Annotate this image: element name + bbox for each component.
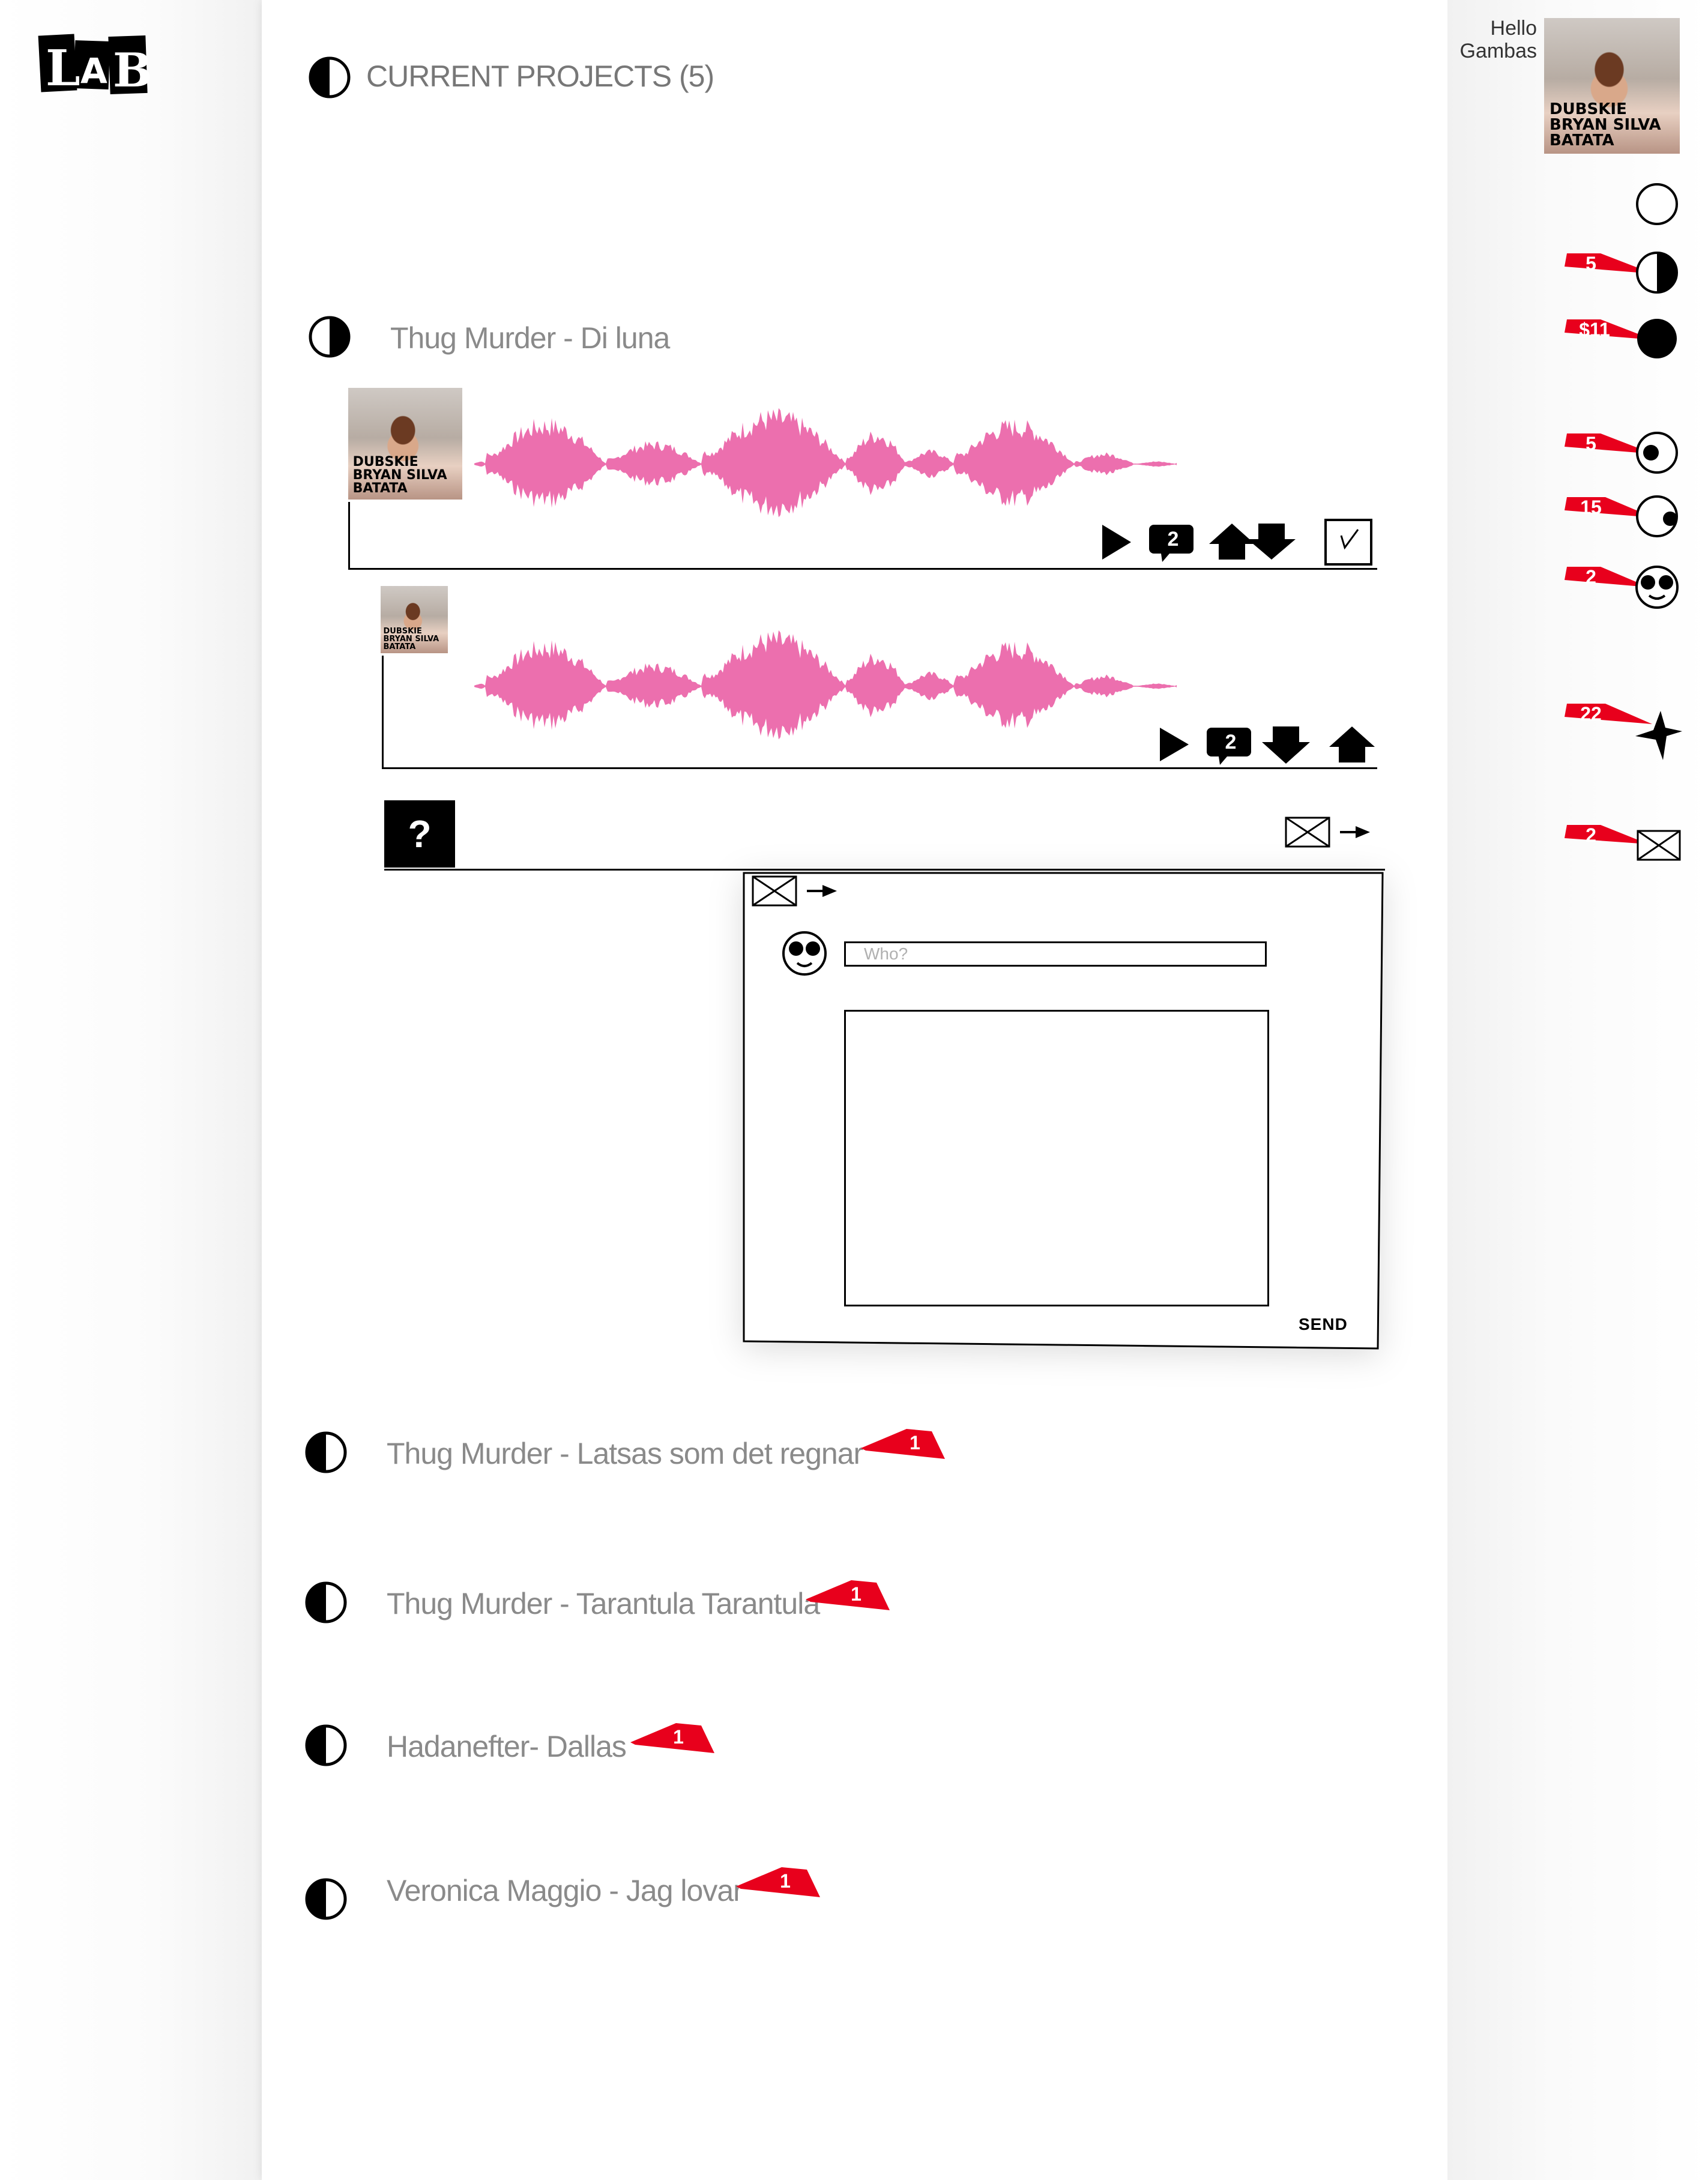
project-title[interactable]: Thug Murder - Di luna: [390, 321, 670, 355]
sidebar-item-empty[interactable]: [1563, 180, 1683, 231]
svg-text:A: A: [80, 50, 107, 91]
sidebar-item-smiley[interactable]: 2: [1563, 562, 1683, 615]
lab-logo[interactable]: L A B: [37, 31, 152, 98]
waveform-shape: [474, 408, 1177, 518]
project-status-icon[interactable]: [304, 1580, 348, 1628]
sidebar-item-sidedot[interactable]: 15: [1563, 492, 1683, 543]
project-title[interactable]: Thug Murder - Latsas som det regnar: [387, 1436, 863, 1471]
half-circle-icon: [307, 55, 352, 100]
dot-circle-icon: 5: [1565, 432, 1678, 474]
smiley-icon: 2: [1565, 566, 1679, 609]
recipient-input[interactable]: [844, 941, 1267, 967]
track-controls: 2: [1099, 518, 1381, 575]
page-title: CURRENT PROJECTS (5): [366, 59, 714, 93]
avatar-caption: DUBSKIE BRYAN SILVA BATATA: [352, 454, 447, 496]
comment-count: 2: [1225, 731, 1237, 753]
notification-badge[interactable]: 1: [804, 1580, 895, 1619]
arrow-down-icon: [1248, 524, 1296, 560]
play-icon: [1160, 728, 1189, 761]
user-name: Gambas: [1459, 40, 1538, 62]
lab-logo-graphic: L A B: [38, 34, 152, 98]
sidebar-item-messages[interactable]: 2: [1563, 820, 1683, 871]
half-circle-icon: 5: [1565, 252, 1678, 294]
question-button[interactable]: ?: [384, 800, 455, 868]
svg-text:B: B: [113, 43, 150, 98]
badge-label: 2: [1586, 566, 1596, 588]
badge-count: 1: [910, 1432, 920, 1454]
envelope-icon: 2: [1565, 824, 1681, 861]
left-column: [0, 0, 262, 2180]
track-controls: 2: [1156, 722, 1384, 770]
user-greeting: Hello Gambas: [1429, 17, 1538, 62]
badge-label: 15: [1580, 497, 1602, 518]
waveform[interactable]: [474, 401, 1183, 530]
empty-circle-icon: [1636, 183, 1678, 225]
send-message-icon[interactable]: [1285, 815, 1375, 852]
message-body-textarea[interactable]: [844, 1010, 1269, 1306]
greeting-label: Hello: [1490, 17, 1537, 40]
user-avatar[interactable]: DUBSKIE BRYAN SILVA BATATA: [1544, 18, 1680, 154]
full-circle-icon: $11: [1565, 319, 1677, 358]
notification-badge[interactable]: 1: [860, 1429, 950, 1468]
arrow-down-icon: [1262, 726, 1310, 764]
badge-label: 5: [1586, 253, 1596, 274]
arrow-up-icon: [1209, 524, 1255, 560]
recipient-smiley-icon: [780, 929, 828, 980]
sidebar-item-money[interactable]: $11: [1563, 315, 1683, 366]
notification-badge[interactable]: 1: [735, 1867, 825, 1906]
badge-count: 1: [851, 1583, 862, 1605]
play-icon: [1102, 525, 1131, 560]
project-title[interactable]: Veronica Maggio - Jag lovar: [387, 1873, 743, 1908]
project-title[interactable]: Thug Murder - Tarantula Tarantula: [387, 1586, 820, 1621]
sidebar-item-star[interactable]: 22: [1563, 699, 1683, 768]
project-status-icon[interactable]: [304, 1723, 348, 1771]
sidebar-item-half[interactable]: 5: [1563, 249, 1683, 300]
badge-count: 1: [780, 1870, 791, 1892]
badge-label: 22: [1580, 703, 1602, 725]
waveform-shape: [474, 630, 1177, 740]
badge-label: 5: [1586, 433, 1596, 454]
avatar-caption: DUBSKIE BRYAN SILVA BATATA: [383, 626, 439, 651]
send-button[interactable]: SEND: [1299, 1315, 1348, 1334]
svg-text:L: L: [46, 40, 80, 97]
star-icon: 22: [1565, 703, 1682, 760]
project-status-icon[interactable]: [304, 1430, 348, 1478]
track-avatar[interactable]: DUBSKIE BRYAN SILVA BATATA: [381, 586, 448, 653]
track-avatar[interactable]: DUBSKIE BRYAN SILVA BATATA: [348, 388, 462, 500]
comment-count: 2: [1168, 528, 1179, 551]
notification-badge[interactable]: 1: [629, 1723, 719, 1762]
project-status-icon[interactable]: [304, 1877, 348, 1924]
waveform[interactable]: [474, 623, 1183, 752]
compose-envelope-icon: [752, 874, 842, 911]
side-dot-circle-icon: 15: [1565, 495, 1678, 537]
sidebar-item-dot[interactable]: 5: [1563, 429, 1683, 480]
arrow-up-icon: [1329, 726, 1375, 762]
avatar-caption: DUBSKIE BRYAN SILVA BATATA: [1550, 100, 1661, 149]
badge-label: $11: [1579, 319, 1610, 340]
badge-count: 1: [673, 1726, 684, 1748]
project-status-icon[interactable]: [307, 315, 352, 362]
badge-label: 2: [1586, 824, 1596, 846]
project-title[interactable]: Hadanefter- Dallas: [387, 1729, 627, 1764]
